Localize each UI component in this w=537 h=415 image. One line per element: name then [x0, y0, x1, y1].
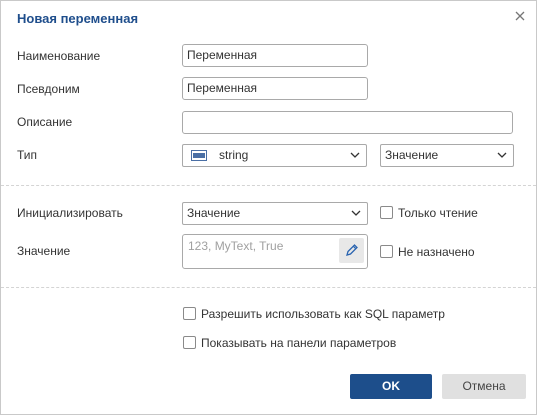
sql-param-checkbox[interactable]: [183, 307, 196, 320]
value-placeholder: 123, MyText, True: [188, 239, 284, 253]
init-select[interactable]: Значение: [182, 202, 368, 225]
alias-input[interactable]: Переменная: [182, 77, 368, 100]
section-divider: [1, 185, 536, 186]
readonly-checkbox[interactable]: [380, 206, 393, 219]
chevron-down-icon: [351, 210, 361, 216]
new-variable-dialog: Новая переменная Наименование Переменная…: [0, 0, 537, 415]
pencil-icon: [346, 244, 358, 256]
value-label: Значение: [17, 244, 71, 258]
ok-button[interactable]: OK: [350, 374, 432, 399]
show-panel-checkbox[interactable]: [183, 336, 196, 349]
section-divider-2: [1, 287, 536, 288]
init-select-value: Значение: [187, 206, 241, 220]
not-assigned-label: Не назначено: [398, 245, 475, 259]
type-mode-select[interactable]: Значение: [380, 144, 514, 167]
name-label: Наименование: [17, 49, 101, 63]
cancel-button[interactable]: Отмена: [442, 374, 526, 399]
name-input[interactable]: Переменная: [182, 44, 368, 67]
description-input[interactable]: [182, 111, 513, 134]
readonly-label: Только чтение: [398, 206, 478, 220]
description-label: Описание: [17, 115, 73, 129]
close-icon[interactable]: [513, 9, 527, 23]
abc-type-icon: [191, 150, 207, 161]
type-select-value: string: [219, 148, 249, 162]
alias-label: Псевдоним: [17, 82, 80, 96]
show-panel-label: Показывать на панели параметров: [201, 336, 397, 350]
init-label: Инициализировать: [17, 206, 123, 220]
chevron-down-icon: [350, 152, 360, 158]
type-mode-value: Значение: [385, 148, 439, 162]
value-textarea[interactable]: 123, MyText, True: [182, 234, 368, 269]
sql-param-label: Разрешить использовать как SQL параметр: [201, 307, 445, 321]
edit-value-button[interactable]: [339, 238, 364, 263]
type-label: Тип: [17, 148, 38, 162]
dialog-title: Новая переменная: [17, 11, 139, 26]
chevron-down-icon: [497, 152, 507, 158]
not-assigned-checkbox[interactable]: [380, 245, 393, 258]
type-select[interactable]: string: [182, 144, 367, 167]
